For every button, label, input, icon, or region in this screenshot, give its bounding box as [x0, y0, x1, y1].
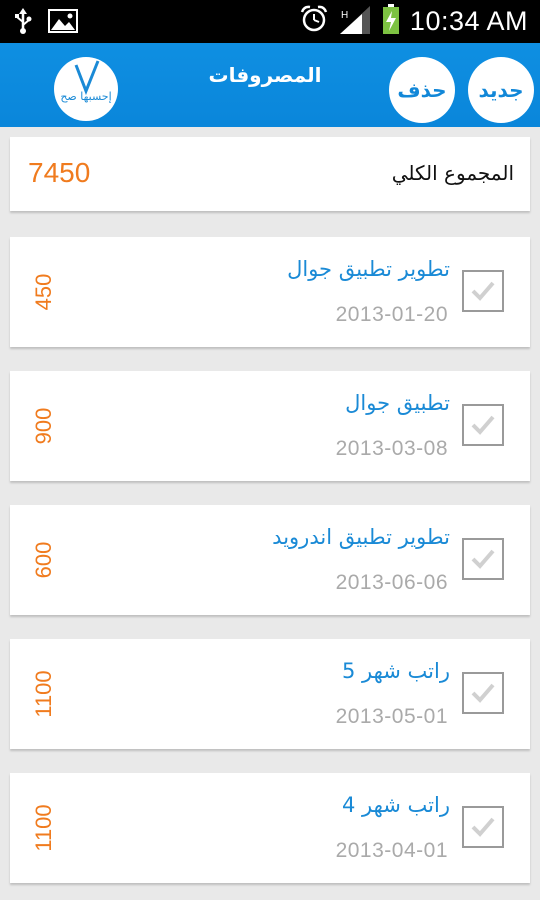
signal-icon: H: [338, 4, 372, 38]
image-icon: [48, 9, 78, 37]
check-icon: [471, 817, 495, 837]
item-date: 2013-04-01: [335, 839, 448, 862]
app-logo[interactable]: إحسبها صح: [54, 57, 118, 121]
item-title: راتب شهر 4: [341, 793, 450, 817]
svg-text:H: H: [341, 10, 348, 21]
item-checkbox[interactable]: [462, 538, 504, 580]
item-title: تطبيق جوال: [345, 391, 450, 415]
item-checkbox[interactable]: [462, 806, 504, 848]
list-item[interactable]: تطوير تطبيق جوال 2013-01-20 450: [10, 237, 530, 347]
item-date: 2013-05-01: [335, 705, 448, 728]
item-checkbox[interactable]: [462, 404, 504, 446]
status-left-icons: [14, 8, 78, 38]
battery-charging-icon: [382, 4, 400, 38]
usb-icon: [14, 8, 32, 38]
item-title: تطوير تطبيق اندرويد: [272, 525, 450, 549]
delete-button[interactable]: حذف: [389, 57, 455, 123]
clock: 10:34 AM: [409, 5, 528, 36]
list-item[interactable]: راتب شهر 5 2013-05-01 1100: [10, 639, 530, 749]
item-checkbox[interactable]: [462, 672, 504, 714]
list-item[interactable]: تطبيق جوال 2013-03-08 900: [10, 371, 530, 481]
total-card: المجموع الكلي 7450: [10, 137, 530, 211]
screen-title: المصروفات: [208, 63, 322, 87]
item-title: راتب شهر 5: [341, 659, 450, 683]
total-value: 7450: [28, 157, 91, 188]
logo-check-icon: [74, 60, 100, 96]
item-checkbox[interactable]: [462, 270, 504, 312]
action-bar: إحسبها صح المصروفات حذف جديد: [0, 43, 540, 127]
list-item[interactable]: راتب شهر 4 2013-04-01 1100: [10, 773, 530, 883]
status-bar: H 10:34 AM: [0, 0, 540, 43]
check-icon: [471, 415, 495, 435]
logo-text: إحسبها صح: [60, 90, 112, 103]
item-title: تطوير تطبيق جوال: [287, 257, 450, 281]
new-button[interactable]: جديد: [468, 57, 534, 123]
check-icon: [471, 683, 495, 703]
item-date: 2013-06-06: [335, 571, 448, 594]
item-date: 2013-03-08: [335, 437, 448, 460]
alarm-icon: [300, 4, 328, 38]
check-icon: [471, 281, 495, 301]
status-right-icons: H 10:34 AM: [300, 4, 528, 38]
check-icon: [471, 549, 495, 569]
list-item[interactable]: تطوير تطبيق اندرويد 2013-06-06 600: [10, 505, 530, 615]
total-label: المجموع الكلي: [391, 161, 514, 185]
item-date: 2013-01-20: [335, 303, 448, 326]
